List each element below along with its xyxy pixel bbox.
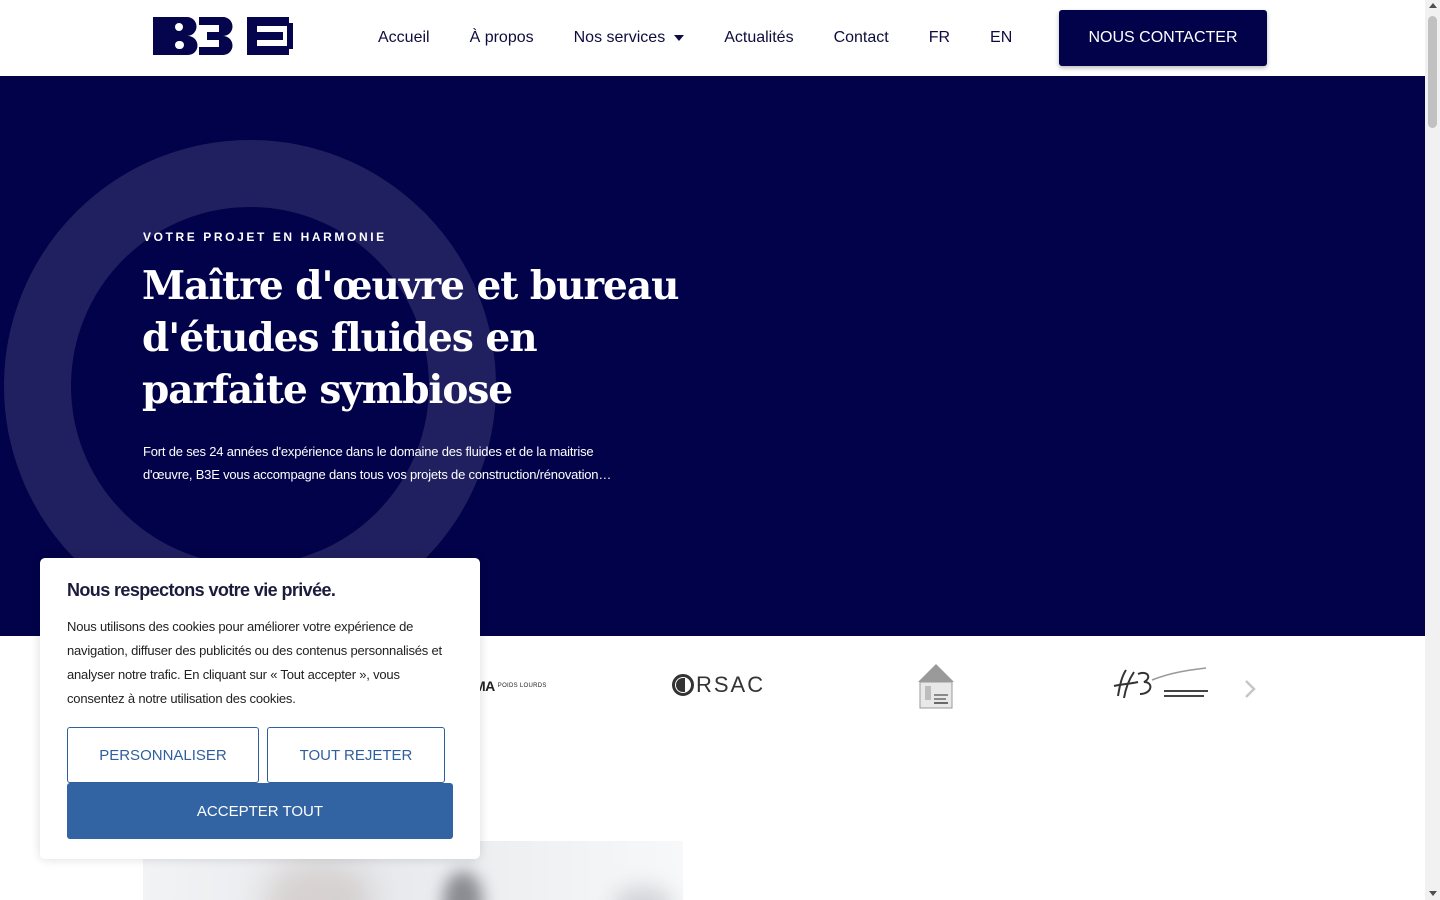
nav-label: Accueil [378,29,430,46]
nav-label: À propos [469,29,534,46]
hero-eyebrow: VOTRE PROJET EN HARMONIE [143,230,387,244]
nav-item-nos-services[interactable]: Nos services [574,29,685,47]
scroll-down-arrow-icon[interactable] [1429,891,1437,896]
nav-item-contact[interactable]: Contact [834,29,889,47]
nav-item-actualites[interactable]: Actualités [724,29,793,47]
nav-label: Actualités [724,29,794,46]
cookie-accept-all-button[interactable]: ACCEPTER TOUT [67,783,453,839]
nav-item-lang-fr[interactable]: FR [929,29,950,47]
hero-title: Maître d'œuvre et bureau d'études fluide… [142,263,679,413]
scroll-up-arrow-icon[interactable] [1429,3,1437,8]
cookie-reject-all-button[interactable]: TOUT REJETER [267,727,445,783]
cookie-text: Nous utilisons des cookies pour améliore… [67,619,442,706]
partner-logo-hospital [1112,666,1210,708]
nav-item-a-propos[interactable]: À propos [470,29,534,47]
orsac-mark-icon [672,674,694,696]
site-header: Accueil À propos Nos services Actualités… [0,0,1425,76]
nav-item-lang-en[interactable]: EN [990,29,1012,47]
page-scrollbar[interactable] [1425,0,1440,900]
nav-item-accueil[interactable]: Accueil [378,29,430,47]
main-nav: Accueil À propos Nos services Actualités… [378,0,1052,76]
scroll-thumb[interactable] [1428,16,1437,128]
partner-logo-name: RSAC [696,672,766,697]
nav-label: Contact [833,29,889,46]
nav-label: Nos services [573,29,666,46]
partner-logo-tagline: POIDS LOURDS [497,683,547,689]
nav-label: EN [990,29,1013,46]
partner-logo-house [916,662,956,712]
partner-logo-ma: MA POIDS LOURDS [474,678,547,694]
partner-logo-orsac: RSAC [672,672,765,698]
b3e-logo[interactable] [153,17,293,55]
page: Accueil À propos Nos services Actualités… [0,0,1440,900]
nav-label: FR [928,29,951,46]
caret-down-icon [674,35,685,41]
hero-description: Fort de ses 24 années d'expérience dans … [143,444,612,482]
chevron-right-icon[interactable] [1242,678,1258,700]
cookie-title: Nous respectons votre vie privée. [67,580,336,600]
cookie-customize-button[interactable]: PERSONNALISER [67,727,259,783]
contact-cta-button[interactable]: NOUS CONTACTER [1059,10,1267,66]
hero-section: VOTRE PROJET EN HARMONIE Maître d'œuvre … [0,76,1425,636]
cookie-consent-panel: Nous respectons votre vie privée. Nous u… [40,558,480,859]
